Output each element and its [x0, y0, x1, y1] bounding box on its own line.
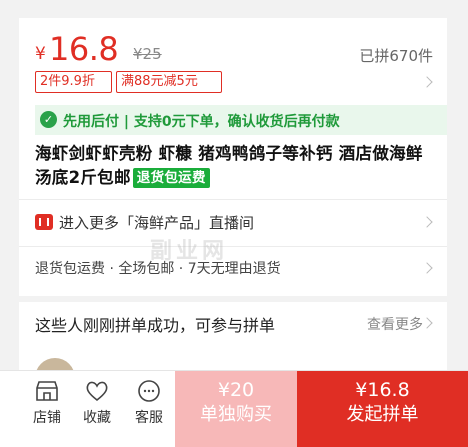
- group-price: 16.8: [49, 30, 119, 68]
- live-room-row[interactable]: 进入更多「海鲜产品」直播间: [35, 211, 433, 235]
- view-more-chevron-icon[interactable]: [421, 317, 433, 329]
- start-group-buy-button[interactable]: ¥16.8 发起拼单: [297, 371, 468, 447]
- store-label: 店铺: [33, 410, 61, 426]
- group-buy-price: ¥16.8: [355, 379, 410, 401]
- group-buy-label: 发起拼单: [346, 404, 419, 425]
- heart-icon: [84, 379, 110, 403]
- live-stream-icon: [35, 214, 53, 230]
- store-button[interactable]: 店铺: [22, 379, 72, 427]
- live-room-text: 进入更多「海鲜产品」直播间: [59, 214, 255, 232]
- currency-symbol: ¥: [35, 44, 46, 64]
- chat-icon: [136, 379, 162, 403]
- product-info-card: ¥ 16.8 ¥25 已拼670件 2件9.9折 满88元减5元 ✓ 先用后付 …: [19, 18, 447, 296]
- buy-alone-button[interactable]: ¥20 单独购买: [175, 371, 297, 447]
- watermark: 副业网: [150, 239, 229, 264]
- promo-chevron-icon[interactable]: [421, 76, 433, 88]
- check-shield-icon: ✓: [40, 111, 57, 128]
- bottom-action-bar: 店铺 收藏 客服 ¥20 单独购买 ¥16.8 发起拼单: [0, 370, 468, 447]
- product-title: 海虾剑虾虾壳粉 虾糠 猪鸡鸭鸽子等补钙 酒店做海鲜汤底2斤包邮 退货包运费: [35, 142, 435, 190]
- group-buy-title: 这些人刚刚拼单成功，可参与拼单: [35, 316, 276, 335]
- return-shipping-badge: 退货包运费: [132, 168, 210, 188]
- divider: [19, 199, 447, 200]
- service-guarantee-row[interactable]: 退货包运费 · 全场包邮 · 7天无理由退货: [35, 258, 433, 282]
- buy-alone-label: 单独购买: [200, 404, 272, 425]
- store-icon: [34, 379, 60, 403]
- price-row: ¥ 16.8 ¥25 已拼670件: [35, 28, 433, 68]
- customer-service-button[interactable]: 客服: [124, 379, 174, 427]
- sold-count: 已拼670件: [359, 47, 433, 65]
- promo-tag-coupon[interactable]: 满88元减5元: [116, 71, 222, 93]
- favorite-label: 收藏: [83, 410, 111, 426]
- view-more-link[interactable]: 查看更多: [367, 314, 423, 334]
- customer-service-label: 客服: [135, 410, 163, 426]
- product-title-text: 海虾剑虾虾壳粉 虾糠 猪鸡鸭鸽子等补钙 酒店做海鲜汤底2斤包邮: [35, 144, 423, 187]
- original-price: ¥25: [133, 45, 162, 63]
- pay-later-text: 先用后付 | 支持0元下单，确认收货后再付款: [63, 114, 340, 130]
- pay-later-banner[interactable]: ✓ 先用后付 | 支持0元下单，确认收货后再付款: [35, 105, 447, 135]
- divider: [19, 246, 447, 247]
- favorite-button[interactable]: 收藏: [72, 379, 122, 427]
- buy-alone-price: ¥20: [217, 379, 255, 401]
- promo-tag-discount[interactable]: 2件9.9折: [35, 71, 112, 93]
